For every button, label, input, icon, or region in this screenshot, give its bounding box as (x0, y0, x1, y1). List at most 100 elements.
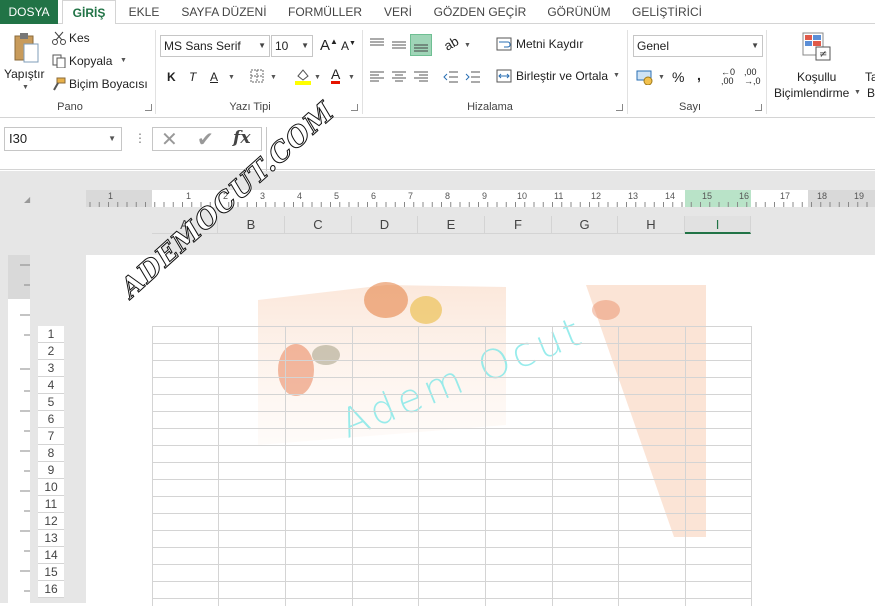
orientation-dropdown-icon[interactable]: ▼ (464, 42, 471, 49)
paste-dropdown-icon: ▼ (22, 84, 29, 91)
wrap-text-label: Metni Kaydır (516, 37, 584, 51)
align-top-icon[interactable] (369, 37, 385, 51)
name-box[interactable]: I30 ▼ (4, 127, 122, 151)
row-header-15[interactable]: 15 (38, 564, 64, 581)
row-header-11[interactable]: 11 (38, 496, 64, 513)
borders-icon[interactable] (250, 69, 264, 83)
format-painter-button[interactable]: Biçim Boyacısı (52, 76, 152, 94)
italic-button[interactable]: T (189, 70, 196, 84)
column-header-d[interactable]: D (352, 216, 418, 234)
column-header-g[interactable]: G (552, 216, 618, 234)
tab-developer[interactable]: GELİŞTİRİCİ (624, 0, 710, 24)
decrease-decimal-icon[interactable]: ,00 →,0 (744, 68, 761, 86)
number-launcher-icon[interactable] (755, 104, 762, 111)
comma-button[interactable]: , (697, 67, 701, 83)
clipboard-launcher-icon[interactable] (145, 104, 152, 111)
column-header-c[interactable]: C (285, 216, 352, 234)
copy-button[interactable]: Kopyala ▼ (52, 53, 132, 71)
column-header-h[interactable]: H (618, 216, 685, 234)
fill-color-dropdown-icon[interactable]: ▼ (314, 74, 321, 81)
column-headers: ABCDEFGHI (152, 216, 751, 234)
row-header-2[interactable]: 2 (38, 343, 64, 360)
font-size-value: 10 (275, 39, 289, 53)
currency-dropdown-icon[interactable]: ▼ (658, 74, 665, 81)
format-as-table-label-1[interactable]: Ta (865, 70, 875, 84)
align-left-icon[interactable] (369, 70, 385, 84)
percent-button[interactable]: % (672, 69, 684, 85)
enter-icon[interactable]: ✔ (197, 127, 214, 152)
cut-button[interactable]: Kes (52, 30, 132, 48)
column-header-e[interactable]: E (418, 216, 485, 234)
increase-font-icon[interactable]: A▲ (320, 37, 338, 54)
alignment-launcher-icon[interactable] (616, 104, 623, 111)
column-header-i[interactable]: I (685, 216, 751, 234)
row-header-3[interactable]: 3 (38, 360, 64, 377)
increase-indent-icon[interactable] (465, 70, 481, 84)
ruler-mark: 14 (665, 191, 676, 201)
select-all-icon[interactable]: ◢ (24, 195, 30, 204)
cancel-icon[interactable]: ✕ (161, 127, 178, 152)
font-size-dropdown[interactable]: 10 ▼ (271, 35, 313, 57)
number-format-dropdown[interactable]: Genel ▼ (633, 35, 763, 57)
merge-center-button[interactable]: Birleştir ve Ortala ▼ (496, 68, 626, 86)
conditional-formatting-button[interactable]: ≠ Koşullu Biçimlendirme ▼ (772, 30, 862, 100)
row-header-13[interactable]: 13 (38, 530, 64, 547)
ruler-mark: 1 (186, 191, 192, 201)
orientation-icon[interactable]: ab (441, 33, 461, 53)
column-header-f[interactable]: F (485, 216, 552, 234)
font-color-icon[interactable]: A (331, 67, 341, 84)
increase-decimal-icon[interactable]: ←0,00 (721, 68, 735, 86)
underline-dropdown-icon[interactable]: ▼ (228, 74, 235, 81)
ruler-mark: 5 (334, 191, 340, 201)
row-header-10[interactable]: 10 (38, 479, 64, 496)
row-header-1[interactable]: 1 (38, 326, 64, 343)
row-header-7[interactable]: 7 (38, 428, 64, 445)
alignment-group-label: Hizalama (467, 101, 513, 113)
ruler-mark: 13 (628, 191, 639, 201)
vertical-ruler-ticks (20, 264, 30, 592)
ruler-mark: 4 (297, 191, 303, 201)
row-header-9[interactable]: 9 (38, 462, 64, 479)
copy-icon (52, 54, 66, 68)
cell-grid[interactable] (152, 326, 752, 606)
paste-button[interactable]: Yapıştır ▼ (4, 30, 46, 96)
align-bottom-button[interactable] (410, 34, 432, 56)
decrease-indent-icon[interactable] (443, 70, 459, 84)
ruler-mark: 16 (739, 191, 750, 201)
tab-file[interactable]: DOSYA (0, 0, 58, 24)
paintbrush-icon (53, 77, 66, 91)
row-header-8[interactable]: 8 (38, 445, 64, 462)
borders-dropdown-icon[interactable]: ▼ (270, 74, 277, 81)
font-color-dropdown-icon[interactable]: ▼ (348, 74, 355, 81)
fill-color-icon[interactable] (294, 67, 312, 85)
align-center-icon[interactable] (391, 70, 407, 84)
underline-button[interactable]: A (210, 70, 218, 84)
row-header-16[interactable]: 16 (38, 581, 64, 598)
bold-button[interactable]: K (167, 70, 176, 84)
row-header-5[interactable]: 5 (38, 394, 64, 411)
row-header-6[interactable]: 6 (38, 411, 64, 428)
font-name-dropdown[interactable]: MS Sans Serif ▼ (160, 35, 270, 57)
tab-view[interactable]: GÖRÜNÜM (538, 0, 620, 24)
currency-icon[interactable] (636, 69, 654, 85)
row-header-14[interactable]: 14 (38, 547, 64, 564)
ruler-mark: 17 (780, 191, 791, 201)
tab-formulas[interactable]: FORMÜLLER (280, 0, 370, 24)
chevron-down-icon: ▼ (108, 134, 116, 143)
font-launcher-icon[interactable] (351, 104, 358, 111)
format-as-table-label-2[interactable]: Bi (867, 86, 875, 100)
more-options-icon[interactable]: ⋮ (134, 131, 146, 145)
ruler-mark: 9 (482, 191, 488, 201)
tab-review[interactable]: GÖZDEN GEÇİR (426, 0, 534, 24)
insert-function-button[interactable]: fx (233, 128, 250, 148)
tab-page-layout[interactable]: SAYFA DÜZENİ (172, 0, 276, 24)
tab-home[interactable]: GİRİŞ (62, 0, 116, 25)
wrap-text-button[interactable]: Metni Kaydır (496, 36, 596, 54)
align-middle-icon[interactable] (391, 37, 407, 51)
tab-data[interactable]: VERİ (374, 0, 422, 24)
decrease-font-icon[interactable]: A▼ (341, 39, 356, 53)
row-header-12[interactable]: 12 (38, 513, 64, 530)
align-right-icon[interactable] (413, 70, 429, 84)
row-header-4[interactable]: 4 (38, 377, 64, 394)
tab-insert[interactable]: EKLE (120, 0, 168, 24)
